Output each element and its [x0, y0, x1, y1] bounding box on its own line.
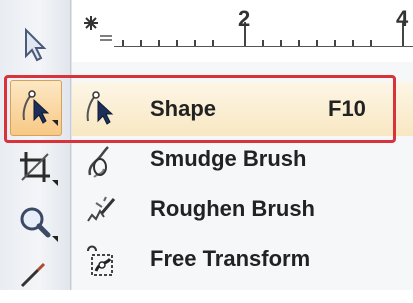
pick-tool-button[interactable]	[12, 24, 60, 66]
menu-item-smudge-brush[interactable]: Smudge Brush	[72, 136, 413, 186]
menu-item-label: Shape	[150, 96, 217, 121]
free-transform-icon	[87, 245, 113, 276]
tool-flyout-menu: Shape F10 Smudge Brush Roughen Brush Fre…	[72, 62, 413, 290]
magnifier-icon	[20, 207, 58, 242]
ruler-tick	[352, 40, 354, 46]
shape-node-icon	[22, 90, 58, 126]
ruler-tick	[334, 40, 336, 46]
menu-item-label: Smudge Brush	[150, 146, 307, 171]
ruler-number: 2	[238, 6, 251, 31]
ruler-tick	[158, 40, 160, 46]
ruler-tick	[280, 40, 282, 46]
ruler-tick	[194, 40, 196, 46]
menu-item-label: Roughen Brush	[150, 196, 315, 221]
menu-item-free-transform[interactable]: Free Transform	[72, 236, 413, 286]
crop-icon	[20, 152, 58, 186]
ruler-tick	[212, 40, 214, 46]
ruler-origin-icon	[84, 16, 112, 41]
freehand-icon	[20, 262, 46, 288]
ruler-tick	[262, 40, 264, 46]
ruler-tick	[140, 40, 142, 46]
menu-item-shortcut: F10	[328, 96, 366, 121]
ruler-tick	[176, 40, 178, 46]
roughen-brush-icon	[87, 196, 116, 222]
zoom-tool-button[interactable]	[12, 202, 60, 244]
smudge-brush-icon	[88, 146, 109, 178]
curve-tool-button[interactable]	[12, 256, 60, 298]
ruler-baseline	[114, 46, 413, 47]
ruler-tick	[298, 40, 300, 46]
arrow-cursor-icon	[25, 27, 47, 62]
ruler-number: 4	[396, 6, 409, 31]
ruler-tick	[370, 40, 372, 46]
ruler-tick	[122, 40, 124, 46]
shape-node-icon	[86, 91, 114, 125]
menu-item-roughen-brush[interactable]: Roughen Brush	[72, 186, 413, 236]
crop-tool-button[interactable]	[12, 146, 60, 188]
horizontal-ruler[interactable]: 2 4	[72, 0, 413, 62]
ruler-tick	[316, 40, 318, 46]
shape-tool-button[interactable]	[12, 86, 60, 128]
menu-item-shape[interactable]: Shape F10	[72, 82, 413, 136]
menu-item-label: Free Transform	[150, 246, 311, 271]
